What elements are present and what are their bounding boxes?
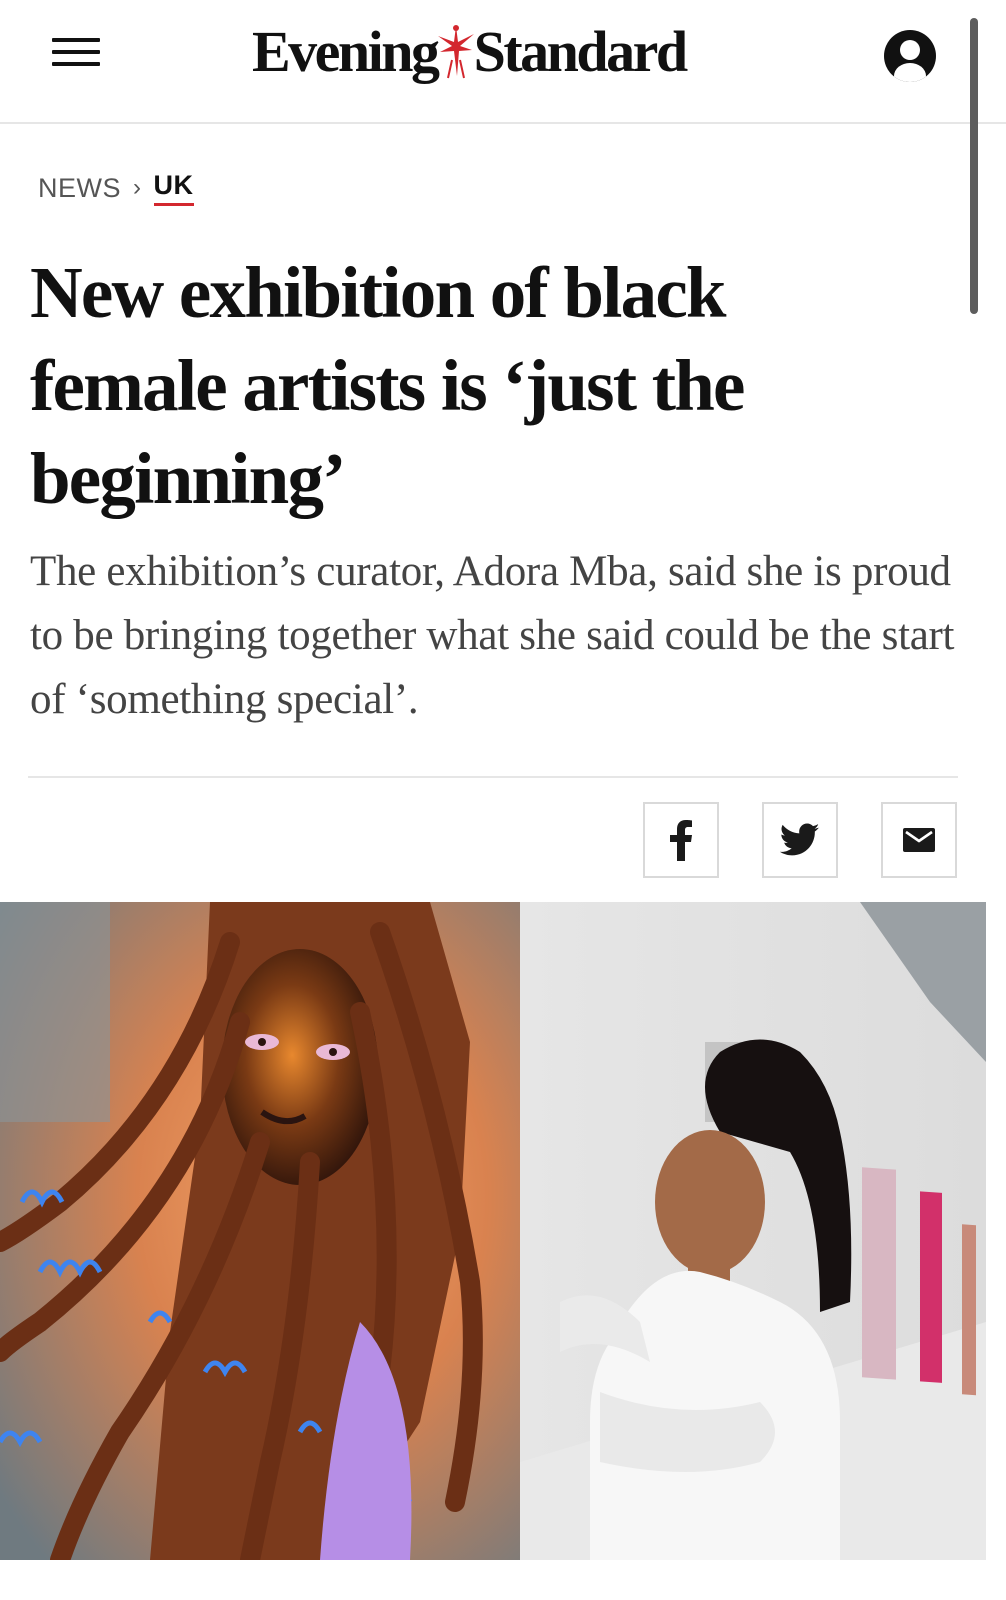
logo-winged-figure-icon	[437, 25, 474, 79]
page-scrollbar[interactable]	[970, 18, 978, 314]
exhibition-photo	[0, 902, 986, 1560]
article-headline: New exhibition of black female artists i…	[30, 252, 745, 519]
logo-text-left: Evening	[252, 18, 440, 84]
email-icon	[903, 828, 935, 852]
share-email-button[interactable]	[881, 802, 957, 878]
logo-text-right: Standard	[473, 18, 689, 84]
breadcrumb-news-link[interactable]: NEWS	[38, 173, 121, 204]
breadcrumb-separator: ›	[133, 174, 142, 201]
share-facebook-button[interactable]	[643, 802, 719, 878]
breadcrumb-uk-link[interactable]: UK	[153, 170, 194, 206]
hero-image[interactable]	[0, 902, 986, 1560]
divider	[28, 776, 958, 778]
site-header: Evening Standard	[0, 0, 1006, 124]
article-standfirst: The exhibition’s curator, Adora Mba, sai…	[30, 548, 955, 723]
site-logo[interactable]: Evening Standard	[252, 16, 689, 86]
account-icon[interactable]	[884, 30, 936, 82]
breadcrumb: NEWS › UK	[38, 168, 194, 208]
share-twitter-button[interactable]	[762, 802, 838, 878]
facebook-icon	[670, 820, 692, 861]
hamburger-menu-icon[interactable]	[52, 38, 100, 74]
twitter-icon	[780, 823, 820, 856]
